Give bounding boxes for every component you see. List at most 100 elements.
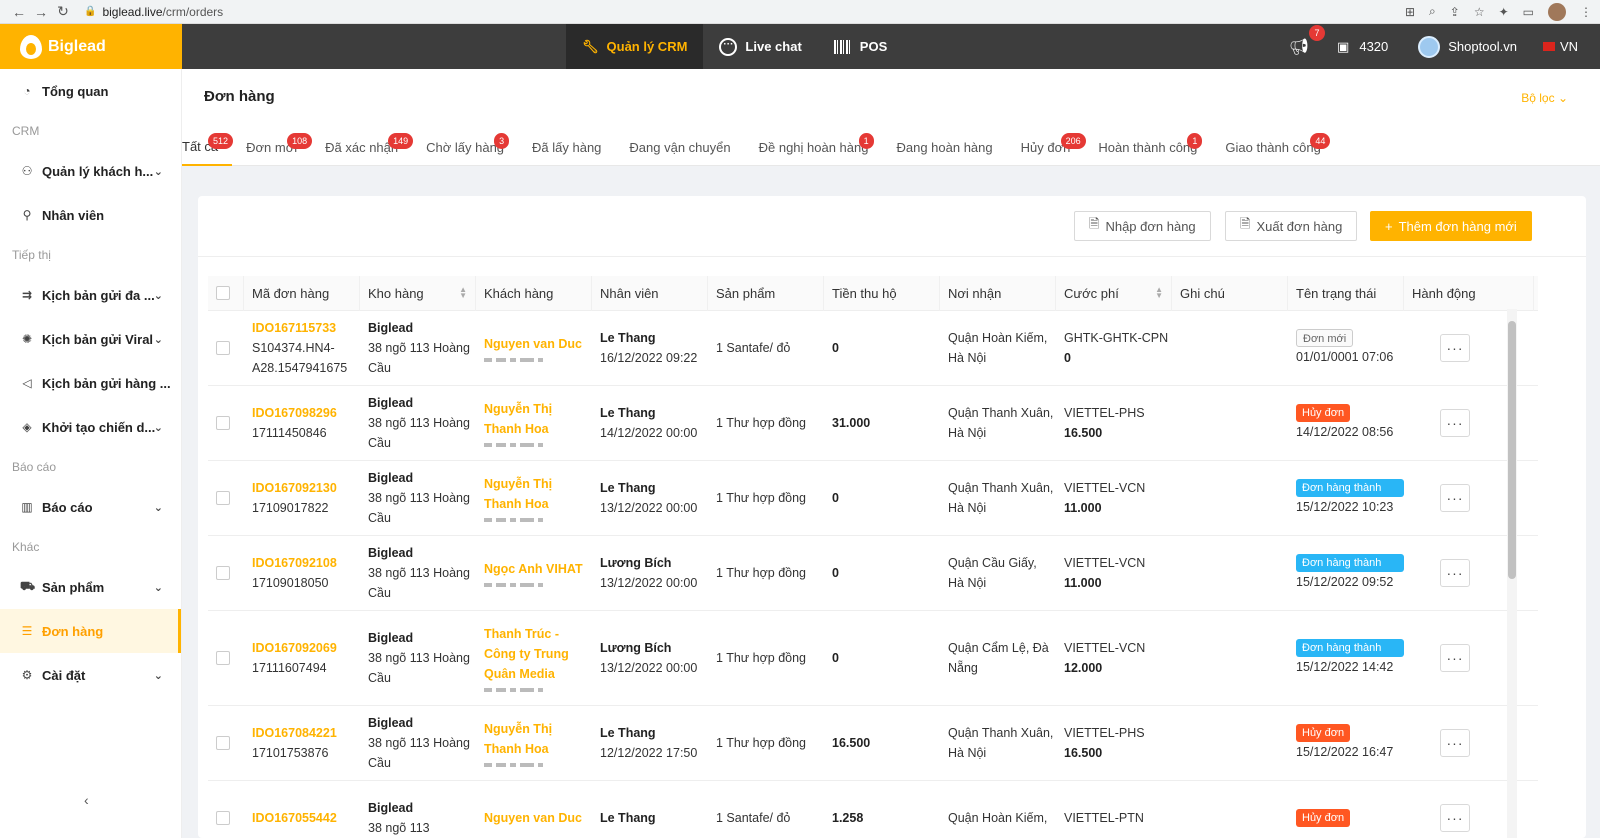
row-checkbox[interactable]: [216, 341, 230, 355]
lock-icon: 🔒: [84, 6, 97, 17]
zoom-icon[interactable]: ⌕: [1429, 4, 1436, 19]
customer-link[interactable]: Nguyễn Thị Thanh Hoa: [484, 399, 592, 439]
more-actions-button[interactable]: ···: [1440, 334, 1470, 362]
order-code-link[interactable]: IDO167098296: [252, 403, 360, 423]
more-actions-button[interactable]: ···: [1440, 559, 1470, 587]
extensions-icon[interactable]: ✦: [1499, 5, 1509, 19]
forward-icon[interactable]: →: [30, 4, 52, 20]
more-actions-button[interactable]: ···: [1440, 484, 1470, 512]
more-actions-button[interactable]: ···: [1440, 409, 1470, 437]
tab-8[interactable]: Hủy đơn 206: [1007, 129, 1086, 166]
filter-button[interactable]: Bộ lọc ⌄: [1521, 91, 1568, 105]
column-header[interactable]: Tiền thu hộ: [824, 275, 940, 311]
translate-icon[interactable]: ⊞: [1405, 5, 1415, 19]
row-checkbox[interactable]: [216, 736, 230, 750]
row-checkbox[interactable]: [216, 811, 230, 825]
row-checkbox[interactable]: [216, 416, 230, 430]
order-code-link[interactable]: IDO167084221: [252, 723, 360, 743]
sidebar-item-script-batch[interactable]: ◁ Kịch bản gửi hàng ...: [0, 361, 181, 405]
shop-selector[interactable]: Shoptool.vn: [1418, 35, 1517, 58]
row-checkbox[interactable]: [216, 566, 230, 580]
import-orders-button[interactable]: 🗎 Nhập đơn hàng: [1074, 211, 1211, 241]
select-all-checkbox[interactable]: [216, 286, 230, 300]
reload-icon[interactable]: ↻: [52, 3, 74, 20]
export-orders-button[interactable]: 🗎 Xuất đơn hàng: [1225, 211, 1358, 241]
tab-0[interactable]: Tất cả 512: [182, 129, 234, 166]
order-code-link[interactable]: IDO167092108: [252, 553, 360, 573]
sidebar-item-staff[interactable]: ⚲ Nhân viên: [0, 193, 181, 237]
customer-link[interactable]: Nguyễn Thị Thanh Hoa: [484, 719, 592, 759]
nav-pos[interactable]: POS: [818, 24, 903, 69]
shop-name: Shoptool.vn: [1448, 39, 1517, 54]
column-header-label: Kho hàng: [368, 285, 424, 301]
scrollbar-thumb[interactable]: [1508, 321, 1516, 579]
announcement-button[interactable]: 📢︎ 7: [1289, 24, 1326, 57]
sidebar-item-orders[interactable]: ☰ Đơn hàng: [0, 609, 181, 653]
back-icon[interactable]: ←: [8, 4, 30, 20]
column-header[interactable]: Ghi chú: [1172, 275, 1288, 311]
column-header[interactable]: Khách hàng: [476, 275, 592, 311]
sort-icon[interactable]: ▲ ▼: [1155, 286, 1163, 300]
order-code-link[interactable]: IDO167092069: [252, 638, 360, 658]
customer-link[interactable]: Nguyen van Duc: [484, 808, 592, 828]
tab-9[interactable]: Hoàn thành công 1: [1084, 129, 1211, 166]
customer-link[interactable]: Nguyễn Thị Thanh Hoa: [484, 474, 592, 514]
tab-4[interactable]: Đã lấy hàng: [518, 129, 615, 166]
column-header[interactable]: Kho hàng ▲ ▼: [360, 275, 476, 311]
column-header-label: Sản phẩm: [716, 285, 776, 301]
column-header[interactable]: Sản phẩm: [708, 275, 824, 311]
sidebar-item-script-multi[interactable]: ⇉ Kịch bản gửi đa ... ⌄: [0, 273, 181, 317]
export-label: Xuất đơn hàng: [1256, 218, 1343, 234]
nav-crm[interactable]: 🔧︎ Quản lý CRM: [566, 24, 704, 69]
credits[interactable]: ▣ 4320: [1337, 39, 1388, 55]
row-checkbox[interactable]: [216, 491, 230, 505]
more-actions-button[interactable]: ···: [1440, 729, 1470, 757]
share-icon[interactable]: ⇪: [1450, 5, 1460, 19]
more-actions-button[interactable]: ···: [1440, 644, 1470, 672]
sidebar-item-script-viral[interactable]: ✺ Kịch bản gửi Viral ⌄: [0, 317, 181, 361]
tab-3[interactable]: Chờ lấy hàng 3: [412, 129, 518, 166]
tab-1[interactable]: Đơn mới 108: [232, 129, 313, 166]
tab-count-badge: 3: [494, 133, 510, 149]
add-order-button[interactable]: + Thêm đơn hàng mới: [1370, 211, 1532, 241]
column-header[interactable]: Mã đơn hàng: [244, 275, 360, 311]
customer-link[interactable]: Ngọc Anh VIHAT: [484, 559, 592, 579]
sidebar-item-overview[interactable]: ◔ Tổng quan: [0, 69, 181, 113]
row-checkbox[interactable]: [216, 651, 230, 665]
column-header[interactable]: Nơi nhận: [940, 275, 1056, 311]
address-bar[interactable]: biglead.live/crm/orders: [102, 5, 223, 19]
sidebar-item-report[interactable]: ▥ Báo cáo ⌄: [0, 485, 181, 529]
tab-10[interactable]: Giao thành công 44: [1211, 129, 1334, 166]
customer-link[interactable]: Thanh Trúc - Công ty Trung Quân Media: [484, 624, 592, 684]
nav-livechat[interactable]: ··· Live chat: [703, 24, 817, 69]
tab-2[interactable]: Đã xác nhận 149: [311, 129, 414, 166]
column-header[interactable]: Tên trạng thái: [1288, 275, 1404, 311]
sidebar-item-customers[interactable]: ⚇ Quản lý khách h... ⌄: [0, 149, 181, 193]
more-actions-button[interactable]: ···: [1440, 804, 1470, 832]
table-cell: 31.000: [824, 386, 940, 460]
sidebar-item-settings[interactable]: ⚙ Cài đặt ⌄: [0, 653, 181, 697]
tab-6[interactable]: Đề nghị hoàn hàng 1: [745, 129, 883, 166]
profile-avatar[interactable]: [1548, 2, 1566, 21]
wrench-icon: 🔧︎: [582, 38, 599, 54]
star-icon[interactable]: ☆: [1474, 5, 1485, 19]
order-code-link[interactable]: IDO167055442: [252, 808, 360, 828]
sort-icon[interactable]: ▲ ▼: [459, 286, 467, 300]
column-header[interactable]: Cước phí ▲ ▼: [1056, 275, 1172, 311]
menu-icon[interactable]: ⋮: [1580, 5, 1592, 19]
logo[interactable]: Biglead: [0, 24, 182, 69]
order-code-link[interactable]: IDO167092130: [252, 478, 360, 498]
language-selector[interactable]: VN: [1542, 39, 1578, 54]
table-scrollbar[interactable]: [1507, 309, 1517, 838]
customer-link[interactable]: Nguyen van Duc: [484, 334, 592, 354]
collapse-sidebar-icon[interactable]: ‹: [84, 792, 89, 808]
sidebar-item-campaign[interactable]: ◈ Khởi tạo chiến d... ⌄: [0, 405, 181, 449]
tab-7[interactable]: Đang hoàn hàng: [882, 129, 1006, 166]
column-header[interactable]: Hành động: [1404, 275, 1534, 311]
carrier-name: VIETTEL-VCN: [1064, 556, 1146, 570]
sidepanel-icon[interactable]: ▭: [1523, 5, 1534, 19]
sidebar-item-products[interactable]: ⛟ Sản phẩm ⌄: [0, 565, 181, 609]
tab-5[interactable]: Đang vận chuyển: [615, 129, 744, 166]
column-header[interactable]: Nhân viên: [592, 275, 708, 311]
order-code-link[interactable]: IDO167115733: [252, 318, 360, 338]
